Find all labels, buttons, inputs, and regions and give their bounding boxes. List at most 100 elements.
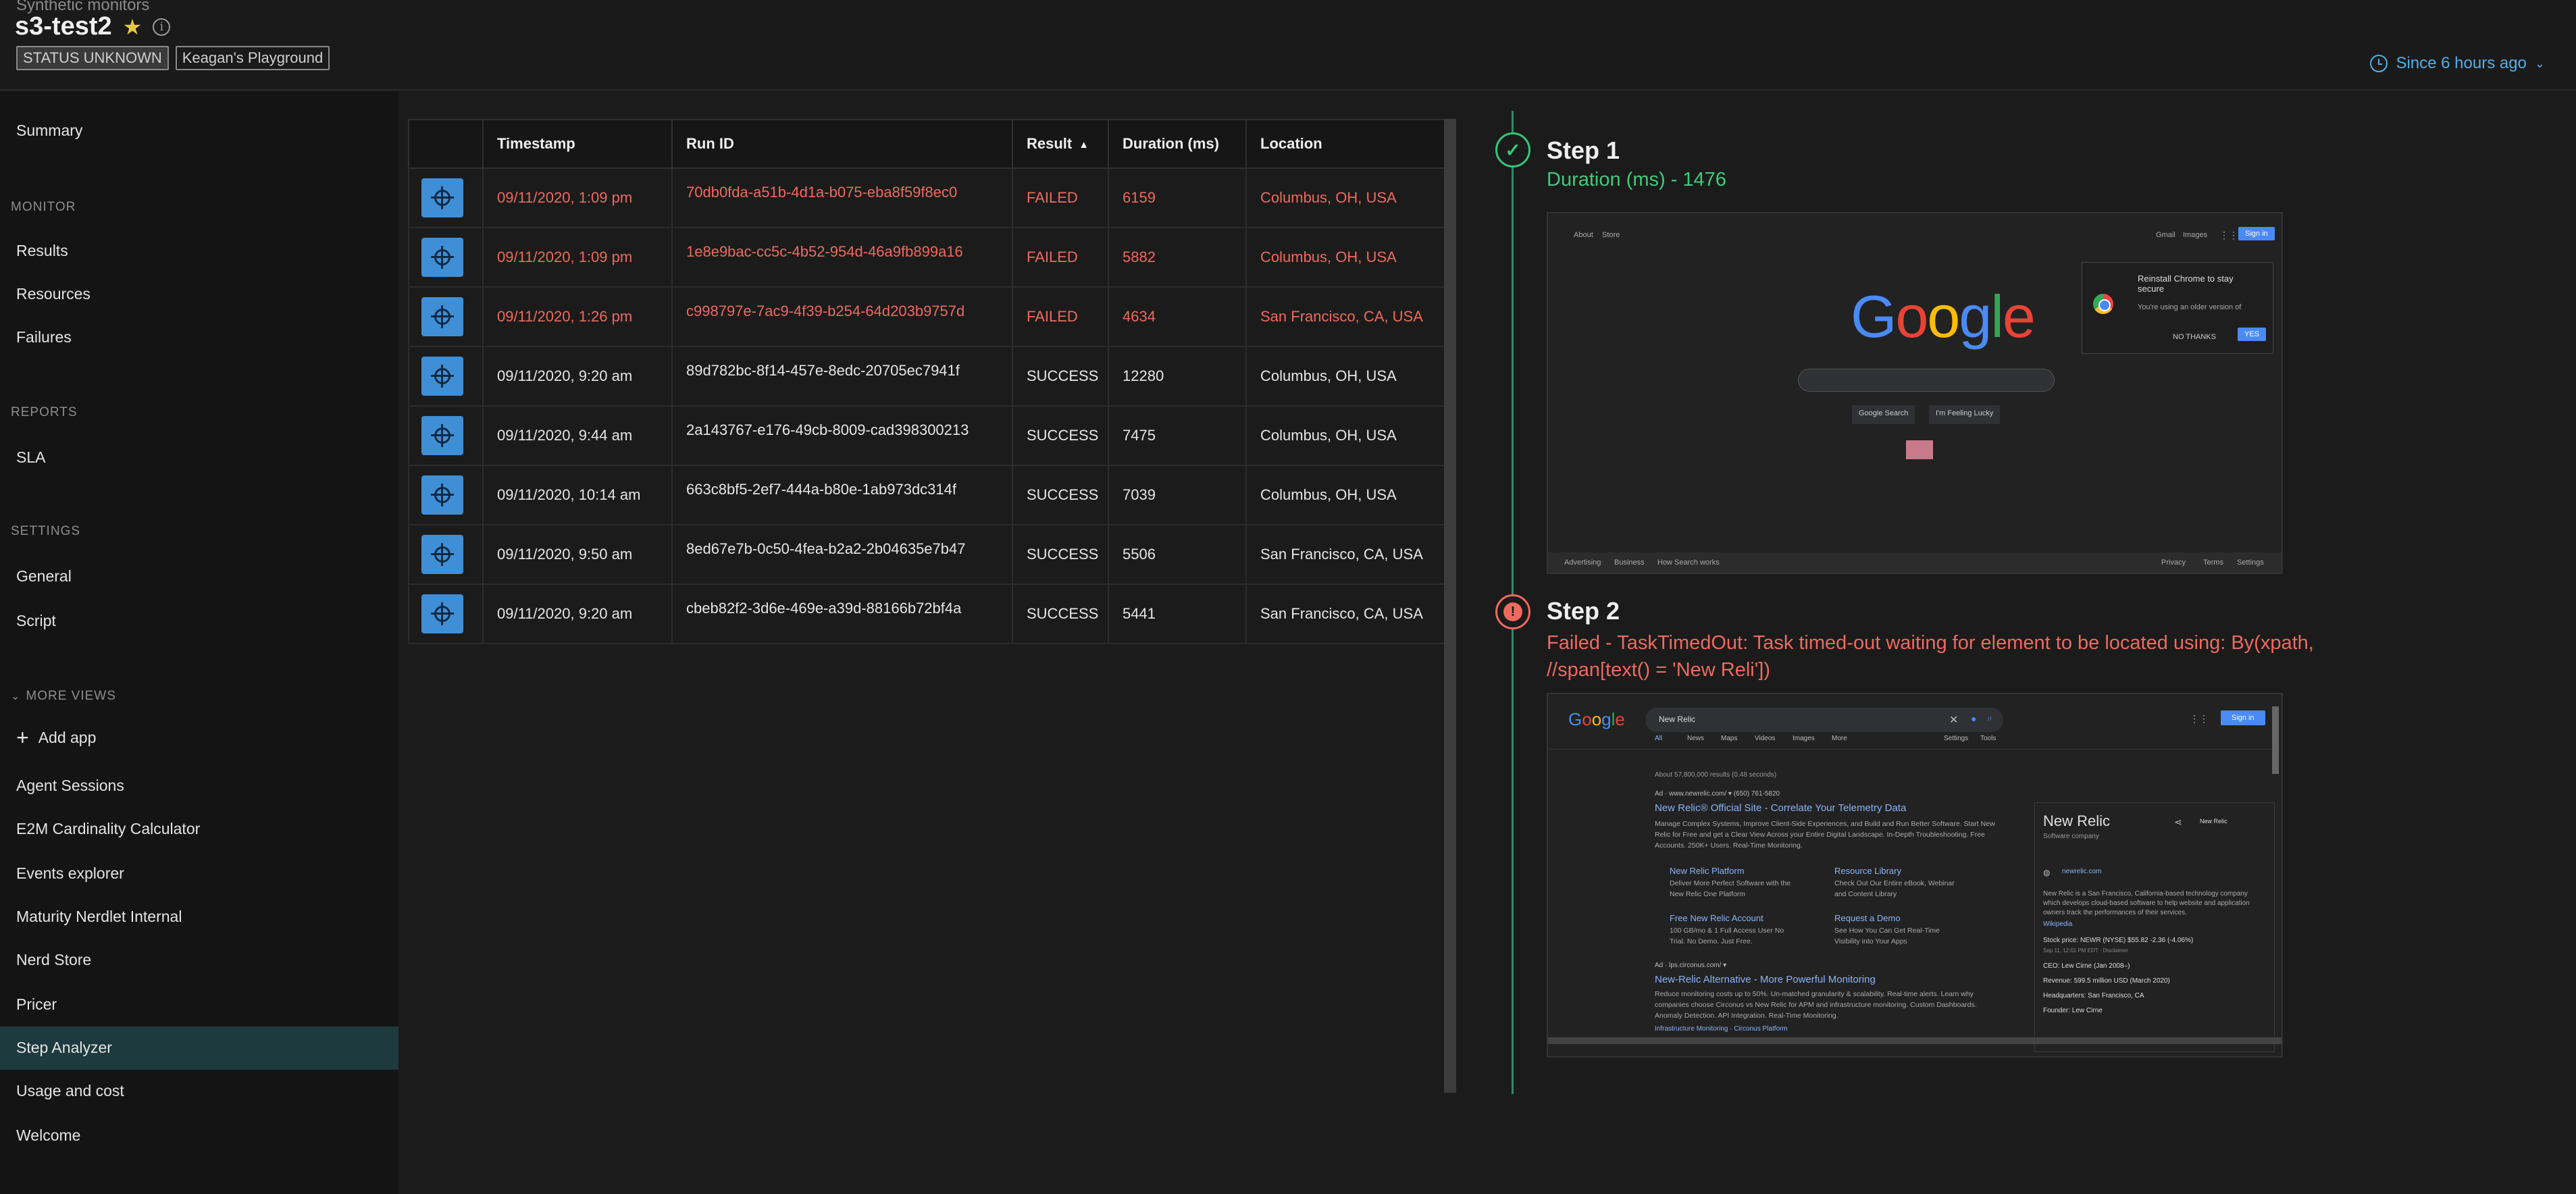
cell-result: SUCCESS <box>1012 524 1109 585</box>
cell-run-id: 663c8bf5-2ef7-444a-b80e-1ab973dc314f <box>671 465 1013 525</box>
search-icon: ⌕ <box>1987 712 1992 723</box>
star-icon[interactable]: ★ <box>123 16 143 38</box>
table-row[interactable]: 09/11/2020, 10:14 am 663c8bf5-2ef7-444a-b… <box>408 465 1445 525</box>
row-action-cell <box>408 346 484 407</box>
footer-how-search: How Search works <box>1657 559 1720 567</box>
view-run-button[interactable] <box>421 238 463 277</box>
cell-timestamp: 09/11/2020, 9:20 am <box>482 346 673 407</box>
row-action-cell <box>408 227 484 288</box>
panel-subtitle: Software company <box>2043 833 2099 840</box>
table-row[interactable]: 09/11/2020, 9:44 am 2a143767-e176-49cb-80… <box>408 405 1445 466</box>
cell-duration: 12280 <box>1108 346 1247 407</box>
info-icon[interactable]: i <box>153 18 171 36</box>
add-app-button[interactable]: + Add app <box>16 727 96 748</box>
cell-location: Columbus, OH, USA <box>1245 405 1445 466</box>
check-circle-icon: ✓ <box>1495 132 1530 167</box>
sidebar-item-sla[interactable]: SLA <box>16 448 45 467</box>
sidebar-item-events-explorer[interactable]: Events explorer <box>16 864 124 883</box>
column-header-timestamp[interactable]: Timestamp <box>482 119 673 169</box>
sitelink-1-title: New Relic Platform <box>1670 866 1745 876</box>
screenshot-scrollbar-horizontal[interactable] <box>1548 1037 2282 1044</box>
column-header-duration[interactable]: Duration (ms) <box>1108 119 1247 169</box>
step-1-screenshot[interactable]: About Store Gmail Images ⋮⋮ Sign in Goog… <box>1547 212 2283 574</box>
column-header-result[interactable]: Result ▲ <box>1012 119 1109 169</box>
knowledge-panel: New Relic Software company ⋖ New Relic ◍… <box>2034 802 2275 1052</box>
screenshot-scrollbar-vertical[interactable] <box>2272 706 2279 774</box>
table-scrollbar[interactable] <box>1444 119 1456 1093</box>
sidebar-item-resources[interactable]: Resources <box>16 285 91 303</box>
sort-ascending-icon: ▲ <box>1079 138 1089 151</box>
chrome-logo-icon <box>2093 294 2113 314</box>
panel-stock: Stock price: NEWR (NYSE) $55.82 -2.36 (-… <box>2043 937 2194 944</box>
column-header-location[interactable]: Location <box>1245 119 1445 169</box>
sidebar-item-maturity-nerdlet[interactable]: Maturity Nerdlet Internal <box>16 908 182 926</box>
result-count: About 57,800,000 results (0.48 seconds) <box>1655 771 1777 779</box>
crosshair-icon <box>431 246 454 269</box>
sitelink-3-desc: 100 GB/mo & 1 Full Access User No Trial.… <box>1670 927 1784 945</box>
cell-location: San Francisco, CA, USA <box>1245 286 1445 347</box>
cell-result: SUCCESS <box>1012 465 1109 525</box>
ad2-links: Infrastructure Monitoring · Circonus Pla… <box>1655 1025 1788 1033</box>
clear-icon: ✕ <box>1949 715 1959 726</box>
step-1-title: Step 1 <box>1547 136 1620 164</box>
column-header-run-id[interactable]: Run ID <box>671 119 1013 169</box>
step-1-duration: Duration (ms) - 1476 <box>1547 169 1726 190</box>
tag-list: STATUS UNKNOWN Keagan's Playground <box>16 46 330 70</box>
view-run-button[interactable] <box>421 594 463 633</box>
crosshair-icon <box>431 186 454 209</box>
cell-duration: 6159 <box>1108 167 1247 228</box>
panel-description: New Relic is a San Francisco, California… <box>2043 890 2250 916</box>
account-tag[interactable]: Keagan's Playground <box>175 46 330 70</box>
panel-revenue: Revenue: 599.5 million USD (March 2020) <box>2043 977 2170 985</box>
step-2-screenshot[interactable]: Google New Relic ✕ ● ⌕ ⋮⋮ Sign in All Ne… <box>1547 693 2283 1058</box>
cell-duration: 7475 <box>1108 405 1247 466</box>
cell-location: Columbus, OH, USA <box>1245 167 1445 228</box>
view-run-button[interactable] <box>421 297 463 336</box>
sidebar-item-general[interactable]: General <box>16 567 72 586</box>
google-search-button: Google Search <box>1852 405 1915 424</box>
sidebar-item-pricer[interactable]: Pricer <box>16 995 57 1014</box>
panel-founder: Founder: Lew Cirne <box>2043 1007 2103 1014</box>
sidebar-item-script[interactable]: Script <box>16 612 56 630</box>
cell-timestamp: 09/11/2020, 9:44 am <box>482 405 673 466</box>
table-row[interactable]: 09/11/2020, 9:50 am 8ed67e7b-0c50-4fea-b2… <box>408 524 1445 585</box>
sidebar-item-welcome[interactable]: Welcome <box>16 1126 80 1145</box>
sidebar-item-usage-and-cost[interactable]: Usage and cost <box>16 1082 124 1100</box>
view-run-button[interactable] <box>421 357 463 396</box>
title-row: s3-test2 ★ i <box>15 12 171 41</box>
results-table: Timestamp Run ID Result ▲ Duration (ms) L… <box>408 119 1445 644</box>
crosshair-icon <box>431 602 454 625</box>
crosshair-icon <box>431 424 454 447</box>
view-run-button[interactable] <box>421 178 463 217</box>
sidebar-item-nerd-store[interactable]: Nerd Store <box>16 951 91 969</box>
cell-location: Columbus, OH, USA <box>1245 346 1445 407</box>
google-footer: Advertising Business How Search works Pr… <box>1548 552 2282 573</box>
sidebar-item-failures[interactable]: Failures <box>16 328 72 346</box>
sidebar-item-summary[interactable]: Summary <box>16 122 82 140</box>
table-row[interactable]: 09/11/2020, 1:09 pm 1e8e9bac-cc5c-4b52-95… <box>408 227 1445 288</box>
view-run-button[interactable] <box>421 475 463 515</box>
sidebar-item-agent-sessions[interactable]: Agent Sessions <box>16 777 124 795</box>
table-row[interactable]: 09/11/2020, 9:20 am 89d782bc-8f14-457e-8e… <box>408 346 1445 407</box>
cell-duration: 4634 <box>1108 286 1247 347</box>
table-row[interactable]: 09/11/2020, 1:26 pm c998797e-7ac9-4f39-b2… <box>408 286 1445 347</box>
view-run-button[interactable] <box>421 416 463 455</box>
more-views-toggle[interactable]: ⌄ MORE VIEWS <box>11 689 116 704</box>
plus-icon: + <box>16 725 29 750</box>
popup-title: Reinstall Chrome to stay secure <box>2138 274 2234 294</box>
cell-result: FAILED <box>1012 227 1109 288</box>
feeling-lucky-button: I'm Feeling Lucky <box>1929 405 2001 424</box>
apps-grid-icon: ⋮⋮ <box>2219 230 2238 240</box>
error-circle-icon: ! <box>1495 594 1530 629</box>
sidebar-item-step-analyzer[interactable]: Step Analyzer <box>16 1039 112 1057</box>
cell-run-id: 8ed67e7b-0c50-4fea-b2a2-2b04635e7b47 <box>671 524 1013 585</box>
table-row[interactable]: 09/11/2020, 9:20 am cbeb82f2-3d6e-469e-a3… <box>408 583 1445 644</box>
sidebar-item-e2m-calculator[interactable]: E2M Cardinality Calculator <box>16 820 200 838</box>
sidebar-item-results[interactable]: Results <box>16 242 68 260</box>
panel-wikipedia: Wikipedia <box>2043 920 2073 928</box>
cell-timestamp: 09/11/2020, 9:50 am <box>482 524 673 585</box>
footer-privacy: Privacy <box>2161 559 2186 567</box>
view-run-button[interactable] <box>421 535 463 574</box>
time-picker[interactable]: Since 6 hours ago ⌄ <box>2370 54 2545 73</box>
table-row[interactable]: 09/11/2020, 1:09 pm 70db0fda-a51b-4d1a-b0… <box>408 167 1445 228</box>
